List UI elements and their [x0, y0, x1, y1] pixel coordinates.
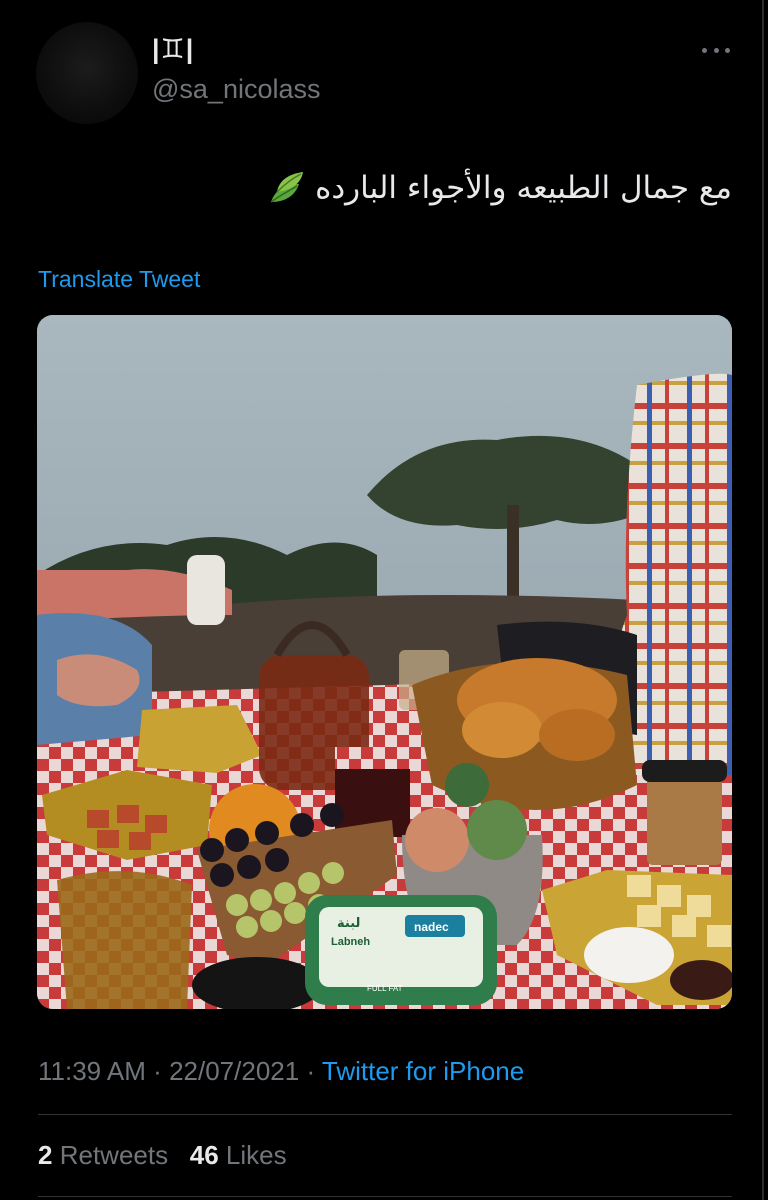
tweet-date[interactable]: 22/07/2021	[169, 1056, 299, 1086]
meta-separator: ·	[306, 1056, 316, 1086]
full-fat-label: FULL FAT	[367, 984, 403, 993]
tweet-time[interactable]: 11:39 AM	[38, 1056, 146, 1086]
brand-label: nadec	[414, 920, 449, 934]
display-name[interactable]: |♊|	[152, 34, 194, 65]
edge-divider	[762, 0, 764, 1200]
leaves-icon	[270, 172, 304, 203]
likes-label: Likes	[225, 1140, 287, 1170]
retweets-count: 2	[38, 1140, 53, 1170]
labneh-latin-label: Labneh	[331, 936, 370, 948]
likes-stat[interactable]: 46 Likes	[190, 1140, 287, 1170]
tweet-source-link[interactable]: Twitter for iPhone	[322, 1056, 524, 1086]
divider	[38, 1114, 732, 1115]
translate-tweet-link[interactable]: Translate Tweet	[38, 266, 200, 293]
user-handle[interactable]: @sa_nicolass	[152, 74, 321, 105]
more-icon[interactable]	[696, 38, 736, 62]
tweet-stats: 2 Retweets 46 Likes	[38, 1140, 287, 1171]
labneh-arabic-label: لبنة	[337, 915, 360, 930]
divider	[38, 1196, 732, 1197]
avatar[interactable]	[36, 22, 138, 124]
meta-separator: ·	[153, 1056, 162, 1086]
tweet-text: مع جمال الطبيعه والأجواء البارده	[315, 170, 732, 206]
likes-count: 46	[189, 1140, 219, 1170]
retweets-stat[interactable]: 2 Retweets	[38, 1140, 168, 1170]
tweet-meta: 11:39 AM · 22/07/2021 · Twitter for iPho…	[38, 1056, 524, 1087]
retweets-label: Retweets	[59, 1140, 169, 1170]
tweet-text-row: مع جمال الطبيعه والأجواء البارده	[40, 168, 732, 208]
picnic-photo: لبنة Labneh nadec FULL FAT	[37, 315, 732, 1009]
tweet-photo[interactable]: لبنة Labneh nadec FULL FAT	[37, 315, 732, 1009]
